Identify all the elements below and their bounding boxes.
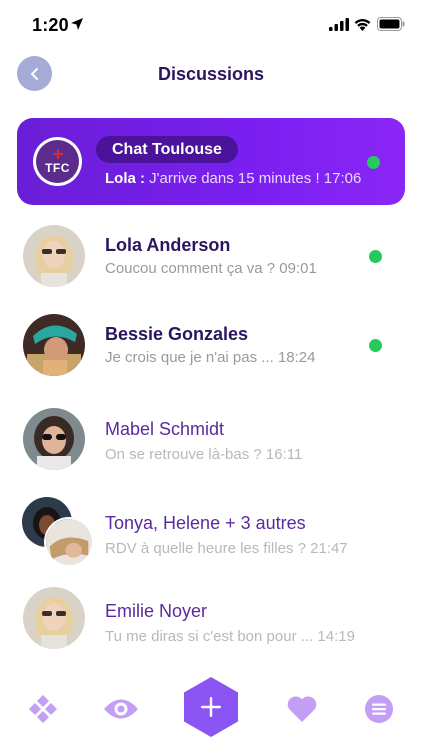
status-bar: 1:20: [0, 0, 422, 52]
contact-name: Bessie Gonzales: [105, 324, 249, 344]
message-preview: On se retrouve là-bas ? 16:11: [105, 446, 303, 463]
tab-menu[interactable]: [364, 694, 394, 724]
featured-sender: Lola :: [105, 170, 145, 187]
message-preview: Coucou comment ça va ? 09:01: [105, 260, 317, 277]
club-logo-text: TFC: [45, 160, 70, 175]
page-title: Discussions: [157, 64, 265, 84]
menu-icon: [365, 695, 393, 723]
conversation-row[interactable]: Emilie Noyer Tu me diras si c'est bon po…: [0, 575, 422, 663]
group-name-badge: Chat Toulouse: [96, 136, 238, 163]
conversation-row[interactable]: Tonya, Helene + 3 autres RDV à quelle he…: [0, 488, 422, 576]
featured-group-chat[interactable]: TFC Chat Toulouse Lola : J'arrive dans 1…: [17, 118, 405, 205]
eye-icon: [104, 699, 138, 719]
avatar: [23, 225, 85, 287]
conversation-row[interactable]: Bessie Gonzales Je crois que je n'ai pas…: [0, 302, 422, 390]
online-indicator: [367, 156, 380, 169]
contact-name: Emilie Noyer: [105, 601, 208, 621]
tab-spacer: [335, 725, 336, 726]
avatar: [23, 314, 85, 376]
cross-icon: [52, 148, 63, 159]
diamond-cluster-icon: [29, 695, 57, 723]
online-indicator: [369, 339, 382, 352]
wifi-icon: [354, 18, 371, 31]
featured-message-text: J'arrive dans 15 minutes ! 17:06: [149, 170, 362, 187]
club-logo: TFC: [33, 137, 82, 186]
status-time: 1:20: [32, 15, 69, 35]
message-preview: RDV à quelle heure les filles ? 21:47: [105, 540, 348, 557]
group-avatar-secondary: [44, 517, 94, 567]
battery-icon: [377, 17, 405, 31]
message-preview: Je crois que je n'ai pas ... 18:24: [105, 349, 316, 366]
tab-discover[interactable]: [26, 692, 60, 726]
group-name: Tonya, Helene + 3 autres: [105, 513, 306, 533]
heart-icon: [287, 696, 317, 722]
conversation-row[interactable]: Lola Anderson Coucou comment ça va ? 09:…: [0, 213, 422, 301]
tab-views[interactable]: [102, 693, 140, 725]
featured-last-message: Lola : J'arrive dans 15 minutes ! 17:06: [105, 170, 361, 187]
avatar: [23, 587, 85, 649]
message-preview: Tu me diras si c'est bon pour ... 14:19: [105, 628, 355, 645]
contact-name: Lola Anderson: [105, 235, 231, 255]
avatar: [23, 408, 85, 470]
online-indicator: [369, 250, 382, 263]
contact-name: Mabel Schmidt: [105, 419, 225, 439]
tab-favorites[interactable]: [285, 693, 319, 725]
conversation-row[interactable]: Mabel Schmidt On se retrouve là-bas ? 16…: [0, 396, 422, 484]
location-arrow-icon: [71, 18, 83, 30]
signal-icon: [329, 18, 349, 31]
new-conversation-button[interactable]: [181, 676, 241, 738]
